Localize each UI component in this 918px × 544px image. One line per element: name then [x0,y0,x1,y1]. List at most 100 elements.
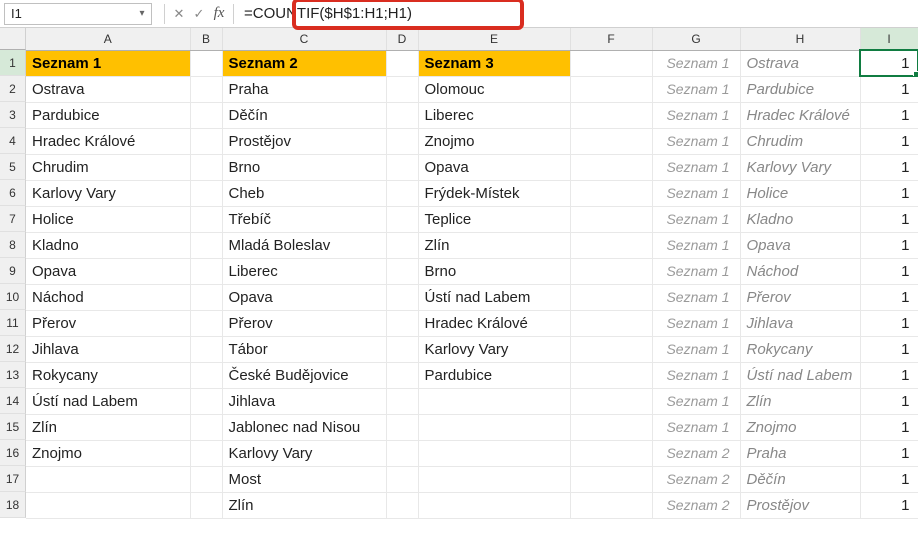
cell-C15[interactable]: Jablonec nad Nisou [222,414,386,440]
cell-D9[interactable] [386,258,418,284]
cell-D6[interactable] [386,180,418,206]
cell-B2[interactable] [190,76,222,102]
cell-D8[interactable] [386,232,418,258]
col-header-G[interactable]: G [652,28,740,50]
cell-F10[interactable] [570,284,652,310]
row-header-3[interactable]: 3 [0,102,26,128]
cell-D1[interactable] [386,50,418,76]
cell-C11[interactable]: Přerov [222,310,386,336]
col-header-E[interactable]: E [418,28,570,50]
cell-A13[interactable]: Rokycany [26,362,190,388]
cell-B7[interactable] [190,206,222,232]
cell-A4[interactable]: Hradec Králové [26,128,190,154]
cell-E4[interactable]: Znojmo [418,128,570,154]
row-header-9[interactable]: 9 [0,258,26,284]
cell-A9[interactable]: Opava [26,258,190,284]
cell-G12[interactable]: Seznam 1 [652,336,740,362]
cell-D7[interactable] [386,206,418,232]
cell-H7[interactable]: Kladno [740,206,860,232]
cell-A14[interactable]: Ústí nad Labem [26,388,190,414]
cell-C16[interactable]: Karlovy Vary [222,440,386,466]
cell-C5[interactable]: Brno [222,154,386,180]
cell-G5[interactable]: Seznam 1 [652,154,740,180]
cell-A17[interactable] [26,466,190,492]
row-header-6[interactable]: 6 [0,180,26,206]
fx-icon[interactable]: fx [209,5,229,22]
cell-C2[interactable]: Praha [222,76,386,102]
cell-G6[interactable]: Seznam 1 [652,180,740,206]
row-header-18[interactable]: 18 [0,492,26,518]
cell-E12[interactable]: Karlovy Vary [418,336,570,362]
cell-I12[interactable]: 1 [860,336,918,362]
cell-H11[interactable]: Jihlava [740,310,860,336]
cell-A3[interactable]: Pardubice [26,102,190,128]
cell-B3[interactable] [190,102,222,128]
col-header-A[interactable]: A [26,28,190,50]
cell-F4[interactable] [570,128,652,154]
cell-E3[interactable]: Liberec [418,102,570,128]
cell-C7[interactable]: Třebíč [222,206,386,232]
cell-I17[interactable]: 1 [860,466,918,492]
cell-B9[interactable] [190,258,222,284]
cell-G3[interactable]: Seznam 1 [652,102,740,128]
cell-F14[interactable] [570,388,652,414]
cell-D13[interactable] [386,362,418,388]
cell-F18[interactable] [570,492,652,518]
worksheet[interactable]: ABCDEFGHI Seznam 1Seznam 2Seznam 3Seznam… [26,28,918,544]
cell-H12[interactable]: Rokycany [740,336,860,362]
row-header-12[interactable]: 12 [0,336,26,362]
cell-F13[interactable] [570,362,652,388]
cell-E18[interactable] [418,492,570,518]
cell-C9[interactable]: Liberec [222,258,386,284]
cell-H5[interactable]: Karlovy Vary [740,154,860,180]
cell-B5[interactable] [190,154,222,180]
row-header-10[interactable]: 10 [0,284,26,310]
cell-H14[interactable]: Zlín [740,388,860,414]
cancel-icon[interactable]: ✕ [169,6,189,22]
cell-C12[interactable]: Tábor [222,336,386,362]
cell-I10[interactable]: 1 [860,284,918,310]
cell-H16[interactable]: Praha [740,440,860,466]
cell-B11[interactable] [190,310,222,336]
row-header-11[interactable]: 11 [0,310,26,336]
cell-C8[interactable]: Mladá Boleslav [222,232,386,258]
cell-G15[interactable]: Seznam 1 [652,414,740,440]
cell-H8[interactable]: Opava [740,232,860,258]
formula-input[interactable]: =COUNTIF($H$1:H1;H1) [238,3,918,25]
cell-F2[interactable] [570,76,652,102]
cell-I13[interactable]: 1 [860,362,918,388]
cell-I9[interactable]: 1 [860,258,918,284]
cell-E9[interactable]: Brno [418,258,570,284]
cell-A16[interactable]: Znojmo [26,440,190,466]
cell-C1[interactable]: Seznam 2 [222,50,386,76]
row-header-15[interactable]: 15 [0,414,26,440]
row-header-1[interactable]: 1 [0,50,26,76]
cell-I2[interactable]: 1 [860,76,918,102]
cell-E7[interactable]: Teplice [418,206,570,232]
cell-C13[interactable]: České Budějovice [222,362,386,388]
cell-F12[interactable] [570,336,652,362]
col-header-B[interactable]: B [190,28,222,50]
cell-C6[interactable]: Cheb [222,180,386,206]
cell-A18[interactable] [26,492,190,518]
cell-A7[interactable]: Holice [26,206,190,232]
row-header-14[interactable]: 14 [0,388,26,414]
cell-G9[interactable]: Seznam 1 [652,258,740,284]
cell-B10[interactable] [190,284,222,310]
cell-F16[interactable] [570,440,652,466]
cell-F11[interactable] [570,310,652,336]
cell-D11[interactable] [386,310,418,336]
row-header-16[interactable]: 16 [0,440,26,466]
cell-B4[interactable] [190,128,222,154]
cell-G16[interactable]: Seznam 2 [652,440,740,466]
cell-E17[interactable] [418,466,570,492]
cell-B13[interactable] [190,362,222,388]
cell-D15[interactable] [386,414,418,440]
cell-G14[interactable]: Seznam 1 [652,388,740,414]
cell-D16[interactable] [386,440,418,466]
select-all-corner[interactable] [0,28,26,50]
cell-I1[interactable]: 1 [860,50,918,76]
cell-I15[interactable]: 1 [860,414,918,440]
enter-icon[interactable]: ✓ [189,6,209,22]
cell-G11[interactable]: Seznam 1 [652,310,740,336]
